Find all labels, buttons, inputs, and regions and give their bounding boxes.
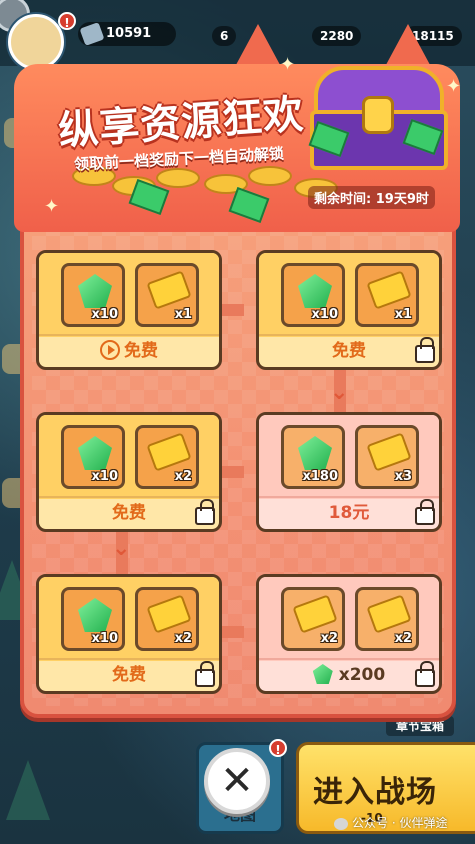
reward-qty: x1	[394, 307, 412, 322]
sparkle-icon: ✦	[44, 196, 60, 217]
claim-label[interactable]: 免费	[39, 336, 219, 361]
reward-qty: x10	[91, 631, 118, 646]
reward-slot: x1	[135, 263, 199, 327]
gem-icon	[78, 436, 112, 470]
ticket-icon	[366, 594, 412, 634]
reward-qty: x2	[394, 631, 412, 646]
reward-qty: x10	[91, 307, 118, 322]
gem-icon	[298, 436, 332, 470]
claim-area[interactable]: 免费	[259, 334, 439, 367]
close-icon: ✕	[220, 758, 254, 804]
ticket-icon	[146, 432, 192, 472]
reward-slot: x2	[135, 425, 199, 489]
enter-battle-label: 进入战场	[313, 775, 437, 810]
wechat-icon	[334, 817, 348, 830]
lock-icon	[195, 499, 215, 525]
ticket-icon	[146, 594, 192, 634]
tier-card-5[interactable]: x10 x2 免费	[36, 574, 222, 694]
reward-slot: x10	[61, 587, 125, 651]
card-rewards: x2 x2	[259, 577, 439, 661]
claim-text: 免费	[124, 341, 158, 361]
coin-decoration	[248, 166, 292, 186]
reward-slot: x3	[355, 425, 419, 489]
tier-card-4[interactable]: x180 x3 18元	[256, 412, 442, 532]
remaining-time: 剩余时间: 19天9时	[308, 186, 435, 209]
claim-area[interactable]: 免费	[39, 496, 219, 529]
lock-icon	[415, 661, 435, 687]
purchase-area[interactable]: 18元	[259, 496, 439, 529]
play-ad-icon	[100, 340, 120, 360]
close-button[interactable]: ✕	[204, 748, 270, 814]
lock-icon	[415, 337, 435, 363]
card-rewards: x10 x2	[39, 415, 219, 499]
reward-qty: x10	[311, 307, 338, 322]
watermark: 公众号 · 伙伴弹途	[334, 814, 447, 831]
claim-area[interactable]: 免费	[39, 658, 219, 691]
reward-slot: x180	[281, 425, 345, 489]
reward-qty: x2	[174, 469, 192, 484]
ticket-icon	[366, 432, 412, 472]
tier-card-3[interactable]: x10 x2 免费	[36, 412, 222, 532]
sparkle-icon: ✦	[280, 54, 296, 75]
reward-slot: x2	[281, 587, 345, 651]
chevron-down-icon: ⌄	[112, 536, 131, 561]
card-rewards: x180 x3	[259, 415, 439, 499]
card-rewards: x10 x2	[39, 577, 219, 661]
tier-card-1[interactable]: x10 x1 免费	[36, 250, 222, 370]
coin-decoration	[156, 168, 200, 188]
gem-price-text: x200	[338, 665, 386, 685]
gem-price-label[interactable]: x200	[259, 664, 439, 685]
gem-icon	[78, 274, 112, 308]
card-rewards: x10 x1	[39, 253, 219, 337]
chevron-down-icon: ⌄	[330, 380, 349, 405]
purchase-area[interactable]: x200	[259, 658, 439, 691]
reward-qty: x2	[174, 631, 192, 646]
event-banner: ✦ ✦ ✦ 纵享资源狂欢 领取前一档奖励下一档自动解锁 剩余时间: 19天9时	[8, 16, 468, 236]
map-notification-badge: !	[269, 739, 287, 757]
reward-qty: x10	[91, 469, 118, 484]
claim-label[interactable]: 免费	[259, 336, 439, 361]
claim-label[interactable]: 免费	[39, 498, 219, 523]
reward-qty: x3	[394, 469, 412, 484]
lock-icon	[195, 661, 215, 687]
chest-lock-icon	[362, 96, 394, 134]
tree-decoration	[6, 760, 50, 820]
reward-qty: x2	[320, 631, 338, 646]
reward-qty: x1	[174, 307, 192, 322]
watermark-text: 公众号 · 伙伴弹途	[352, 816, 448, 830]
claim-area[interactable]: 免费	[39, 334, 219, 367]
ticket-icon	[292, 594, 338, 634]
reward-popup: › ⌄ ‹ ⌄ › x10 x1 免费 x10	[20, 210, 456, 718]
ticket-icon	[366, 270, 412, 310]
sparkle-icon: ✦	[446, 76, 462, 97]
reward-slot: x10	[61, 263, 125, 327]
tier-card-6[interactable]: x2 x2 x200	[256, 574, 442, 694]
reward-qty: x180	[302, 469, 338, 484]
gem-icon	[312, 664, 333, 684]
gem-icon	[78, 598, 112, 632]
ticket-icon	[146, 270, 192, 310]
reward-slot: x10	[61, 425, 125, 489]
card-rewards: x10 x1	[259, 253, 439, 337]
reward-slot: x10	[281, 263, 345, 327]
reward-slot: x2	[355, 587, 419, 651]
gem-icon	[298, 274, 332, 308]
reward-slot: x1	[355, 263, 419, 327]
tier-card-2[interactable]: x10 x1 免费	[256, 250, 442, 370]
chapter-chest-label[interactable]: 章节宝箱	[386, 716, 454, 736]
treasure-chest-image	[304, 66, 454, 174]
reward-slot: x2	[135, 587, 199, 651]
price-label[interactable]: 18元	[259, 498, 439, 523]
claim-label[interactable]: 免费	[39, 660, 219, 685]
lock-icon	[415, 499, 435, 525]
